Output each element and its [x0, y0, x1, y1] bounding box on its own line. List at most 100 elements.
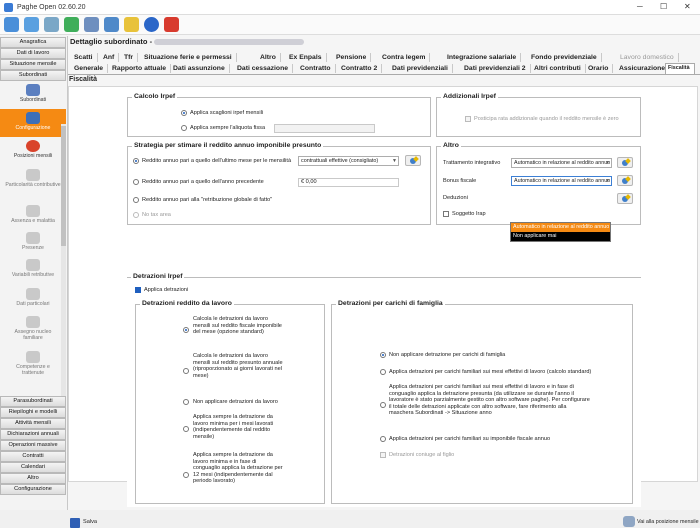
checkbox-posticipa[interactable] — [465, 116, 471, 122]
radio-lavoro-2[interactable] — [183, 368, 189, 374]
sidebar-group-operazioni[interactable]: Operazioni massive — [0, 440, 66, 451]
sidebar-group-calendari[interactable]: Calendari — [0, 462, 66, 473]
radio-ultimo-mese[interactable] — [133, 158, 139, 164]
refresh-icon[interactable] — [24, 17, 39, 32]
sidebar-item-particolarita[interactable]: Particolarità contributive — [0, 169, 66, 188]
tab-tfr[interactable]: Tfr — [120, 53, 139, 62]
sidebar-group-dichiarazioni[interactable]: Dichiarazioni annuali — [0, 429, 66, 440]
anno-precedente-input[interactable]: € 0,00 — [298, 178, 399, 187]
tab-anf[interactable]: Anf — [99, 53, 120, 62]
tab-orario[interactable]: Orario — [584, 64, 614, 73]
radio-scaglioni[interactable] — [181, 110, 187, 116]
trattamento-select[interactable]: Automatico in relazione al reddito annuo… — [511, 158, 612, 168]
maximize-button[interactable]: ☐ — [660, 2, 667, 11]
tab-integrazione[interactable]: Integrazione salariale — [443, 53, 522, 62]
exit-icon[interactable] — [164, 17, 179, 32]
tab-ferie[interactable]: Situazione ferie e permessi — [140, 53, 237, 62]
aliquota-input[interactable] — [274, 124, 375, 133]
sidebar-group-contratti[interactable]: Contratti — [0, 451, 66, 462]
radio-no-tax-area[interactable] — [133, 212, 139, 218]
save-button[interactable]: Salva — [83, 519, 97, 525]
close-window-button[interactable]: ✕ — [684, 2, 691, 11]
folder-icon[interactable] — [124, 17, 139, 32]
sidebar-item-configurazione[interactable]: Configurazione — [0, 109, 66, 137]
save-icon[interactable] — [70, 518, 80, 528]
sidebar-group-dati-lavoro[interactable]: Dati di lavoro — [0, 48, 66, 59]
checkbox-irap[interactable] — [443, 211, 449, 217]
sidebar-group-parasubordinati[interactable]: Parasubordinati — [0, 396, 66, 407]
navigate-icon[interactable] — [623, 516, 635, 527]
sidebar-item-subordinati[interactable]: Subordinati — [0, 84, 66, 103]
tab-generale[interactable]: Generale — [70, 64, 109, 73]
tab-contratto[interactable]: Contratto — [296, 64, 336, 73]
trattamento-settings-button[interactable] — [617, 157, 633, 168]
sidebar-item-competenze[interactable]: Competenze e trattenute — [0, 351, 66, 376]
scrollbar-thumb[interactable] — [61, 126, 66, 246]
goto-monthly-button[interactable]: Vai alla posizione mensile — [637, 519, 699, 525]
tab-pensione[interactable]: Pensione — [332, 53, 372, 62]
sidebar-item-presenze[interactable]: Presenze — [0, 232, 66, 251]
tab-enpals[interactable]: Ex Enpals — [285, 53, 327, 62]
sidebar-item-dati-particolari[interactable]: Dati particolari — [0, 288, 66, 307]
tab-previdenziali[interactable]: Dati previdenziali — [388, 64, 453, 73]
radio-famiglia-1[interactable] — [380, 352, 386, 358]
mensilita-select[interactable]: contrattuali effettive (consigliato) ▼ — [298, 156, 399, 166]
computer-icon[interactable] — [104, 17, 119, 32]
sidebar-item-posizioni-mensili[interactable]: Posizioni mensili — [0, 140, 66, 159]
tab-fiscalita[interactable]: Fiscalità — [665, 63, 695, 74]
checkbox-applica-detrazioni[interactable] — [135, 287, 141, 293]
tab-rapporto[interactable]: Rapporto attuale — [108, 64, 172, 73]
label-no-tax-area: No tax area — [142, 212, 171, 218]
chevron-down-icon: ▼ — [392, 158, 397, 164]
globe-icon[interactable] — [64, 17, 79, 32]
tab-previdenziali-2[interactable]: Dati previdenziali 2 — [460, 64, 531, 73]
tab-altro[interactable]: Altro — [256, 53, 281, 62]
radio-lavoro-1[interactable] — [183, 327, 189, 333]
tab-fondo[interactable]: Fondo previdenziale — [527, 53, 602, 62]
sidebar-group-configurazione[interactable]: Configurazione — [0, 484, 66, 495]
dropdown-option-automatico[interactable]: Automatico in relazione al reddito annuo — [511, 223, 610, 232]
radio-anno-precedente[interactable] — [133, 179, 139, 185]
group-title: Detrazioni per carichi di famiglia — [336, 300, 445, 307]
network-icon[interactable] — [84, 17, 99, 32]
tab-altri-contributi[interactable]: Altri contributi — [530, 64, 586, 73]
tab-cessazione[interactable]: Dati cessazione — [233, 64, 293, 73]
target-icon — [26, 140, 40, 152]
settings-button[interactable] — [405, 155, 421, 166]
radio-famiglia-2[interactable] — [380, 369, 386, 375]
bonus-settings-button[interactable] — [617, 175, 633, 186]
sidebar-scrollbar[interactable] — [61, 124, 66, 434]
radio-lavoro-5[interactable] — [183, 472, 189, 478]
group-title: Strategia per stimare il reddito annuo i… — [132, 142, 324, 149]
sidebar-group-subordinati[interactable]: Subordinati — [0, 70, 66, 81]
sidebar-group-anagrafica[interactable]: Anagrafica — [0, 37, 66, 48]
tab-assunzione[interactable]: Dati assunzione — [169, 64, 230, 73]
group-calcolo-irpef: Calcolo Irpef Applica scaglioni irpef me… — [127, 93, 431, 137]
tab-scatti[interactable]: Scatti — [70, 53, 98, 62]
sidebar-group-riepiloghi[interactable]: Riepiloghi e modelli — [0, 407, 66, 418]
bonus-select[interactable]: Automatico in relazione al reddito annuo… — [511, 176, 612, 186]
sidebar-item-assegno[interactable]: Assegno nucleo familiare — [0, 316, 66, 341]
radio-aliquota-fissa[interactable] — [181, 125, 187, 131]
radio-lavoro-4[interactable] — [183, 426, 189, 432]
radio-famiglia-4[interactable] — [380, 436, 386, 442]
deduzioni-settings-button[interactable] — [617, 193, 633, 204]
radio-lavoro-3[interactable] — [183, 399, 189, 405]
checkbox-coniuge[interactable] — [380, 452, 386, 458]
tab-contratto-2[interactable]: Contratto 2 — [337, 64, 383, 73]
minimize-button[interactable]: ─ — [637, 2, 643, 11]
sidebar-item-variabili[interactable]: Variabili retributive — [0, 259, 66, 278]
radio-famiglia-3[interactable] — [380, 402, 386, 408]
sidebar-item-assenza[interactable]: Assenza e malattia — [0, 205, 66, 224]
tab-contra-legem[interactable]: Contra legem — [378, 53, 431, 62]
home-icon[interactable] — [4, 17, 19, 32]
sidebar-group-situazione-mensile[interactable]: Situazione mensile — [0, 59, 66, 70]
radio-retribuzione-globale[interactable] — [133, 197, 139, 203]
sidebar-group-altro[interactable]: Altro — [0, 473, 66, 484]
info-icon[interactable] — [144, 17, 159, 32]
sidebar-group-attivita[interactable]: Attività mensili — [0, 418, 66, 429]
tools-icon[interactable] — [44, 17, 59, 32]
tab-assicurazione[interactable]: Assicurazione — [615, 64, 671, 73]
section-title: Fiscalità — [69, 76, 98, 83]
dropdown-option-non-applicare[interactable]: Non applicare mai — [511, 232, 610, 241]
